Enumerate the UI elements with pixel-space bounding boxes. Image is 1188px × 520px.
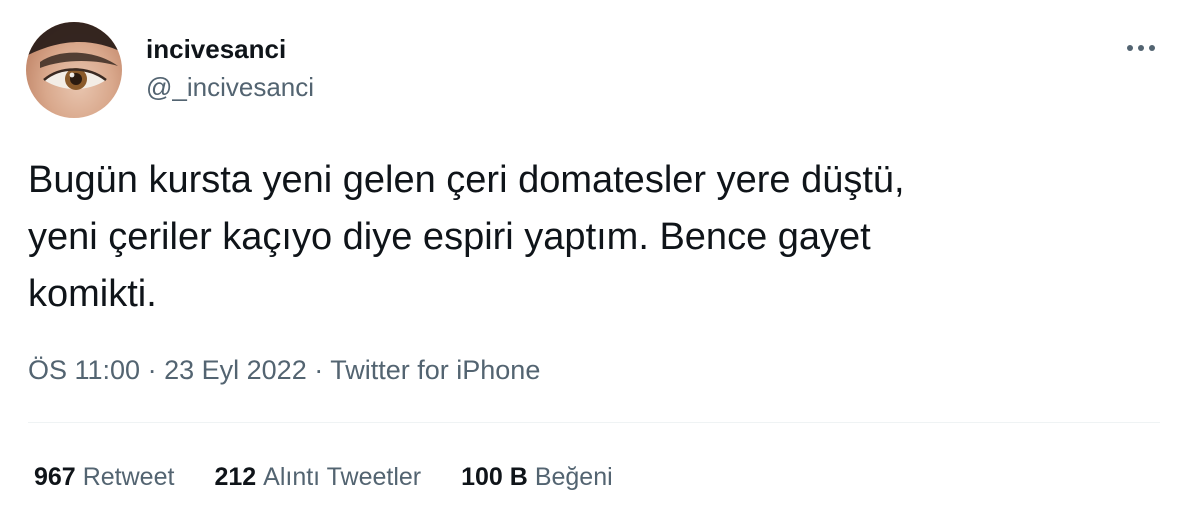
divider	[28, 422, 1160, 423]
avatar[interactable]	[26, 22, 122, 118]
tweet-meta: ÖS 11:00 · 23 Eyl 2022 · Twitter for iPh…	[28, 352, 540, 388]
quotes-label: Alıntı Tweetler	[263, 463, 422, 491]
likes-count: 100 B	[461, 463, 528, 491]
author-display-name[interactable]: incivesanci	[146, 33, 314, 65]
tweet-stats: 967 Retweet 212 Alıntı Tweetler 100 B Beğen…	[34, 460, 653, 494]
more-horizontal-icon	[1127, 45, 1155, 51]
avatar-eye-image	[26, 22, 122, 90]
meta-separator: ·	[314, 355, 324, 385]
tweet-text: Bugün kursta yeni gelen çeri domatesler …	[28, 159, 905, 315]
likes-stat[interactable]: 100 B Beğeni	[461, 460, 613, 494]
tweet-source[interactable]: Twitter for iPhone	[330, 355, 540, 385]
quotes-count: 212	[214, 463, 257, 491]
tweet-date[interactable]: 23 Eyl 2022	[164, 355, 307, 385]
more-options-button[interactable]	[1124, 38, 1158, 58]
retweets-stat[interactable]: 967 Retweet	[34, 460, 174, 494]
quotes-stat[interactable]: 212 Alıntı Tweetler	[214, 460, 421, 494]
author-handle[interactable]: @_incivesanci	[146, 71, 314, 103]
retweets-label: Retweet	[82, 463, 175, 491]
likes-label: Beğeni	[534, 463, 613, 491]
tweet-time[interactable]: ÖS 11:00	[28, 355, 140, 385]
tweet-card: incivesanci @_incivesanci Bugün kursta y…	[0, 0, 1188, 520]
meta-separator: ·	[147, 355, 157, 385]
retweets-count: 967	[34, 463, 76, 491]
author-block: incivesanci @_incivesanci	[146, 33, 314, 103]
